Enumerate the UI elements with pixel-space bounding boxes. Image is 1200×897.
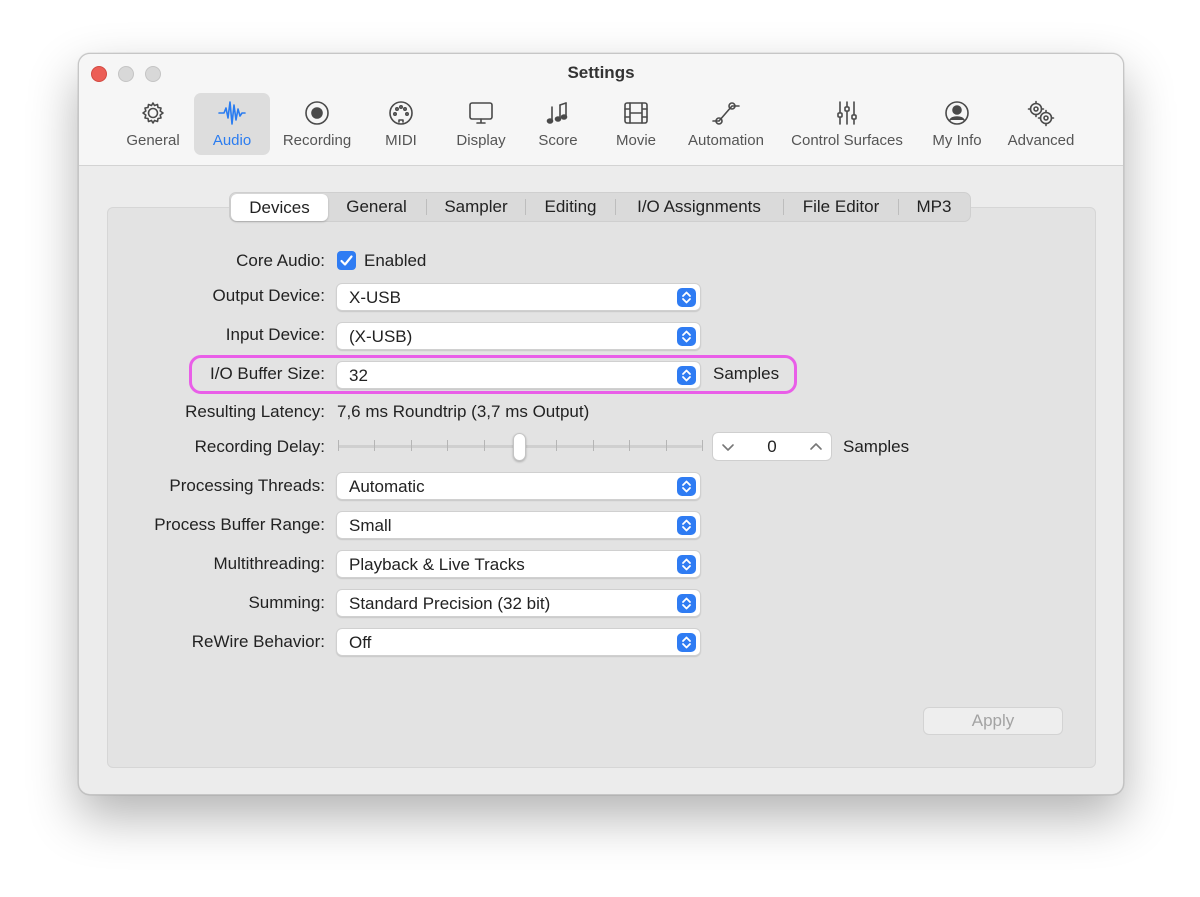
io-buffer-size-label: I/O Buffer Size: <box>210 364 325 383</box>
process-buffer-range-value: Small <box>349 516 392 535</box>
slider-tick <box>338 440 339 451</box>
tab-separator <box>615 199 616 215</box>
toolbar: Settings General Audio Recording MIDI Di… <box>79 54 1123 166</box>
slider-tick <box>374 440 375 451</box>
chevron-up-down-icon <box>677 327 696 346</box>
toolbar-item-midi[interactable]: MIDI <box>371 93 431 155</box>
toolbar-item-advanced[interactable]: Advanced <box>1002 93 1080 155</box>
chevron-up-down-icon <box>677 477 696 496</box>
person-icon <box>941 97 973 129</box>
checkmark-icon <box>340 255 353 266</box>
gear-icon <box>137 97 169 129</box>
recording-delay-label: Recording Delay: <box>194 437 325 456</box>
rewire-behavior-label: ReWire Behavior: <box>191 632 325 651</box>
tab-separator <box>898 199 899 215</box>
chevron-up-down-icon <box>677 633 696 652</box>
toolbar-item-audio[interactable]: Audio <box>194 93 270 155</box>
tab-devices[interactable]: Devices <box>231 194 328 221</box>
output-device-label: Output Device: <box>212 286 325 305</box>
music-notes-icon <box>542 97 574 129</box>
waveform-icon <box>216 97 248 129</box>
io-buffer-unit: Samples <box>713 364 780 383</box>
rewire-behavior-popup[interactable]: Off <box>336 628 701 656</box>
chevron-up-down-icon <box>677 594 696 613</box>
processing-threads-popup[interactable]: Automatic <box>336 472 701 500</box>
slider-tick <box>702 440 703 451</box>
summing-label: Summing: <box>248 593 325 612</box>
film-icon <box>620 97 652 129</box>
tab-separator <box>426 199 427 215</box>
tab-editing[interactable]: Editing <box>531 192 610 222</box>
gears-icon <box>1025 97 1057 129</box>
slider-tick <box>411 440 412 451</box>
window-title: Settings <box>567 63 635 82</box>
chevron-up-down-icon <box>677 288 696 307</box>
input-device-value: (X-USB) <box>349 327 413 346</box>
toolbar-item-general[interactable]: General <box>116 93 190 155</box>
settings-window: Settings General Audio Recording MIDI Di… <box>78 53 1124 795</box>
multithreading-value: Playback & Live Tracks <box>349 555 525 574</box>
processing-threads-label: Processing Threads: <box>169 476 325 495</box>
faders-icon <box>831 97 863 129</box>
slider-tick <box>556 440 557 451</box>
core-audio-checkbox[interactable] <box>337 251 356 270</box>
recording-delay-unit: Samples <box>843 437 910 456</box>
io-buffer-size-value: 32 <box>349 366 368 385</box>
summing-popup[interactable]: Standard Precision (32 bit) <box>336 589 701 617</box>
slider-tick <box>666 440 667 451</box>
summing-value: Standard Precision (32 bit) <box>349 594 551 613</box>
apply-button[interactable]: Apply <box>923 707 1063 735</box>
slider-tick <box>447 440 448 451</box>
toolbar-item-recording[interactable]: Recording <box>276 93 358 155</box>
toolbar-item-automation[interactable]: Automation <box>680 93 772 155</box>
process-buffer-range-popup[interactable]: Small <box>336 511 701 539</box>
slider-tick <box>593 440 594 451</box>
chevron-up-down-icon <box>677 516 696 535</box>
input-device-popup[interactable]: (X-USB) <box>336 322 701 350</box>
midi-connector-icon <box>385 97 417 129</box>
toolbar-item-control-surfaces[interactable]: Control Surfaces <box>782 93 912 155</box>
toolbar-item-score[interactable]: Score <box>528 93 588 155</box>
processing-threads-value: Automatic <box>349 477 425 496</box>
core-audio-label: Core Audio: <box>236 251 325 270</box>
tab-sampler[interactable]: Sampler <box>432 192 520 222</box>
multithreading-popup[interactable]: Playback & Live Tracks <box>336 550 701 578</box>
output-device-popup[interactable]: X-USB <box>336 283 701 311</box>
process-buffer-range-label: Process Buffer Range: <box>154 515 325 534</box>
rewire-behavior-value: Off <box>349 633 372 652</box>
monitor-icon <box>465 97 497 129</box>
input-device-label: Input Device: <box>225 325 325 344</box>
toolbar-item-my-info[interactable]: My Info <box>925 93 989 155</box>
record-icon <box>301 97 333 129</box>
tab-separator <box>525 199 526 215</box>
slider-tick <box>629 440 630 451</box>
toolbar-item-display[interactable]: Display <box>446 93 516 155</box>
tab-separator <box>783 199 784 215</box>
tab-io-assignments[interactable]: I/O Assignments <box>621 192 777 222</box>
io-buffer-size-popup[interactable]: 32 <box>336 361 701 389</box>
slider-thumb[interactable] <box>513 433 526 461</box>
tab-general[interactable]: General <box>333 192 420 222</box>
chevron-up-down-icon <box>677 555 696 574</box>
tab-mp3[interactable]: MP3 <box>904 192 964 222</box>
chevron-up-icon[interactable] <box>806 437 826 457</box>
chevron-up-down-icon <box>677 366 696 385</box>
core-audio-enabled-label[interactable]: Enabled <box>364 251 426 271</box>
multithreading-label: Multithreading: <box>213 554 325 573</box>
resulting-latency-label: Resulting Latency: <box>185 402 325 421</box>
slider-tick <box>484 440 485 451</box>
automation-curve-icon <box>710 97 742 129</box>
tab-file-editor[interactable]: File Editor <box>789 192 893 222</box>
output-device-value: X-USB <box>349 288 401 307</box>
recording-delay-stepper: 0 <box>712 432 832 461</box>
toolbar-item-movie[interactable]: Movie <box>606 93 666 155</box>
resulting-latency-value: 7,6 ms Roundtrip (3,7 ms Output) <box>337 402 590 421</box>
